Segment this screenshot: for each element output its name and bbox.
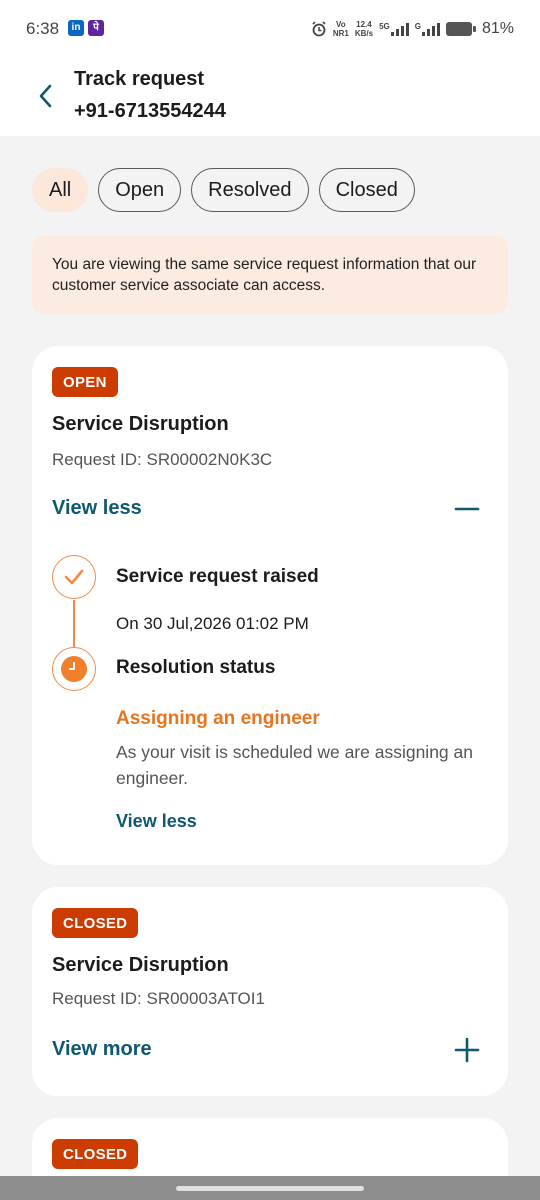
signal-bars-icon	[421, 22, 440, 36]
phonepe-icon: पे	[88, 20, 104, 36]
view-more-link[interactable]: View more	[52, 1038, 152, 1061]
system-nav-bar	[0, 1176, 540, 1200]
battery-icon	[445, 22, 476, 36]
signal-g: G	[415, 22, 440, 36]
alarm-icon	[312, 21, 326, 37]
app-header: Track request +91-6713554244	[0, 58, 540, 136]
back-button[interactable]	[30, 78, 62, 114]
timeline-step-title: Service request raised	[116, 566, 319, 587]
request-card: CLOSED Service Disruption Request ID: SR…	[32, 887, 508, 1096]
network-speed: 12.4 KB/s	[354, 20, 374, 38]
status-indicators: Vo NR1 12.4 KB/s 5G G 81%	[311, 18, 514, 40]
filter-closed[interactable]: Closed	[318, 168, 415, 212]
check-step-icon	[52, 555, 96, 599]
minus-icon[interactable]	[454, 496, 480, 522]
request-id: Request ID: SR00002N0K3C	[52, 450, 273, 469]
request-id: Request ID: SR00003ATOI1	[52, 989, 265, 1008]
timeline-step-date: On 30 Jul,2026 01:02 PM	[116, 614, 309, 633]
timeline-connector	[73, 600, 75, 647]
timeline-step-title: Resolution status	[116, 657, 276, 678]
status-time: 6:38	[26, 19, 60, 38]
volte-indicator: Vo NR1	[332, 20, 349, 38]
phone-number: +91-6713554244	[74, 100, 226, 122]
home-gesture-handle[interactable]	[176, 1186, 364, 1191]
signal-bars-icon	[390, 22, 409, 36]
info-notice: You are viewing the same service request…	[32, 236, 508, 314]
filter-open[interactable]: Open	[98, 168, 182, 212]
resolution-description: As your visit is scheduled we are assign…	[116, 742, 473, 788]
view-less-link[interactable]: View less	[52, 497, 142, 520]
status-badge: CLOSED	[52, 1139, 139, 1169]
request-title: Service Disruption	[52, 413, 229, 435]
timeline-view-less-link[interactable]: View less	[116, 811, 197, 832]
resolution-status: Assigning an engineer	[116, 708, 320, 729]
request-title: Service Disruption	[52, 954, 229, 976]
battery-percent: 81%	[481, 20, 514, 37]
status-badge: OPEN	[52, 367, 118, 397]
status-badge: CLOSED	[52, 908, 139, 938]
filter-resolved[interactable]: Resolved	[191, 168, 309, 212]
status-bar: 6:38 in पे Vo NR1 12.4 KB/s 5G G 81%	[0, 0, 540, 58]
signal-5g: 5G	[379, 22, 409, 36]
filter-chips: All Open Resolved Closed	[32, 168, 415, 212]
clock-step-icon	[52, 647, 96, 691]
page-title: Track request	[74, 68, 205, 90]
request-card: OPEN Service Disruption Request ID: SR00…	[32, 346, 508, 865]
linkedin-icon: in	[68, 20, 84, 36]
chevron-left-icon	[39, 84, 52, 108]
plus-icon[interactable]	[454, 1037, 480, 1063]
filter-all[interactable]: All	[32, 168, 89, 212]
